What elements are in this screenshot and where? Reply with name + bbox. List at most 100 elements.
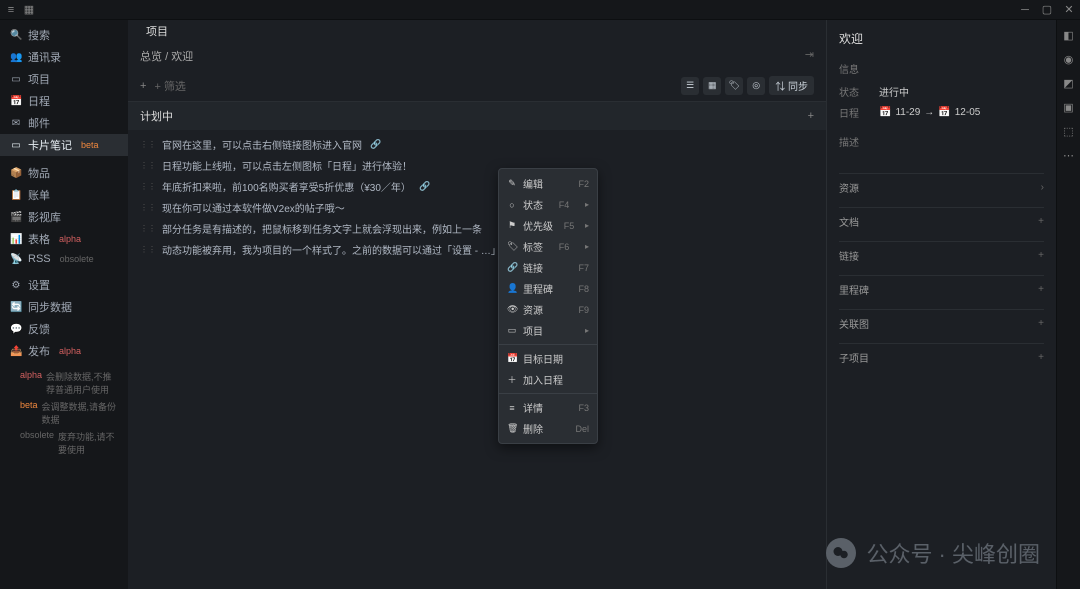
menu-separator	[499, 393, 597, 394]
context-menu: ✎编辑F2 ○状态F4▸ ⚑优先级F5▸ 🏷标签F6▸ 🔗链接F7 👤里程碑F8…	[498, 168, 598, 444]
drag-handle-icon[interactable]: ⋮⋮	[140, 203, 156, 212]
sidebar-item-label: 物品	[28, 165, 50, 181]
menu-add-schedule[interactable]: ＋加入日程	[499, 369, 597, 390]
sidebar-item-mail[interactable]: ✉邮件	[0, 112, 128, 134]
detail-title: 欢迎	[839, 30, 1044, 55]
detail-section-graph[interactable]: 关联图+	[839, 309, 1044, 337]
mb-icon-1[interactable]: ◧	[1062, 28, 1076, 42]
tag-icon: 🏷	[507, 241, 517, 252]
alpha-badge: alpha	[56, 234, 84, 244]
sidebar-item-feedback[interactable]: 💬反馈	[0, 318, 128, 340]
drag-handle-icon[interactable]: ⋮⋮	[140, 140, 156, 149]
minimize-icon[interactable]: ─	[1020, 5, 1030, 15]
breadcrumb-root[interactable]: 总览	[140, 51, 162, 63]
mb-icon-3[interactable]: ◩	[1062, 76, 1076, 90]
sync-button[interactable]: ⇅ 同步	[769, 76, 814, 95]
mb-icon-5[interactable]: ⬚	[1062, 124, 1076, 138]
task-text: 年底折扣来啦，前100名购买者享受5折优惠（¥30／年）	[162, 179, 411, 194]
detail-status-row[interactable]: 状态 进行中	[839, 82, 1044, 101]
sidebar-item-label: 账单	[28, 187, 50, 203]
add-button[interactable]: +	[140, 80, 146, 92]
tabbar: 项目	[128, 20, 826, 42]
drag-handle-icon[interactable]: ⋮⋮	[140, 161, 156, 170]
drag-handle-icon[interactable]: ⋮⋮	[140, 182, 156, 191]
tab-project[interactable]: 项目	[138, 21, 176, 41]
sidebar-item-ledger[interactable]: 📋 账单	[0, 184, 128, 206]
date-from: 11-29	[895, 107, 920, 118]
view-list-icon[interactable]: ☰	[681, 77, 699, 95]
sidebar-item-rss[interactable]: 📡RSSobsolete	[0, 250, 128, 268]
detail-date-row[interactable]: 日程 📅 11-29 → 📅 12-05	[839, 103, 1044, 122]
chevron-right-icon: ▸	[585, 242, 589, 251]
sidebar-item-search[interactable]: 🔍搜索	[0, 24, 128, 46]
sidebar-item-project[interactable]: ▭项目	[0, 68, 128, 90]
menu-milestone[interactable]: 👤里程碑F8	[499, 278, 597, 299]
link-icon: 🔗	[507, 262, 517, 273]
view-target-icon[interactable]: ◎	[747, 77, 765, 95]
task-row[interactable]: ⋮⋮现在你可以通过本软件做V2ex的帖子哦～	[140, 197, 814, 218]
menu-separator	[499, 344, 597, 345]
mb-icon-2[interactable]: ◉	[1062, 52, 1076, 66]
drag-handle-icon[interactable]: ⋮⋮	[140, 224, 156, 233]
task-row[interactable]: ⋮⋮ 年底折扣来啦，前100名购买者享受5折优惠（¥30／年） 🔗	[140, 176, 814, 197]
app-icon[interactable]: ▦	[24, 5, 34, 15]
details-icon: ≡	[507, 403, 517, 413]
task-list: ⋮⋮ 官网在这里，可以点击右侧链接图标进入官网 🔗 ⋮⋮ 日程功能上线啦，可以点击左侧…	[128, 130, 826, 264]
sidebar-item-calendar[interactable]: 📅日程	[0, 90, 128, 112]
calendar-icon: 📅	[507, 353, 517, 364]
view-tag-icon[interactable]: 🏷	[725, 77, 743, 95]
detail-section-subproject[interactable]: 子项目+	[839, 343, 1044, 371]
menu-edit[interactable]: ✎编辑F2	[499, 173, 597, 194]
maximize-icon[interactable]: ▢	[1042, 5, 1052, 15]
sidebar-item-label: 表格	[28, 231, 50, 247]
video-icon: 🎬	[10, 212, 22, 223]
trash-icon: 🗑	[507, 423, 517, 434]
task-row[interactable]: ⋮⋮ 官网在这里，可以点击右侧链接图标进入官网 🔗	[140, 134, 814, 155]
menu-priority[interactable]: ⚑优先级F5▸	[499, 215, 597, 236]
ledger-icon: 📋	[10, 190, 22, 201]
sidebar-item-items[interactable]: 📦物品	[0, 162, 128, 184]
publish-icon: 📤	[10, 346, 22, 357]
sidebar-item-settings[interactable]: ⚙设置	[0, 274, 128, 296]
detail-section-milestone[interactable]: 里程碑+	[839, 275, 1044, 303]
sidebar-note: beta会调整数据,请备份数据	[0, 398, 128, 428]
detail-section-links[interactable]: 链接+	[839, 241, 1044, 269]
sidebar-item-sync[interactable]: 🔄同步数据	[0, 296, 128, 318]
search-icon: 🔍	[10, 30, 22, 41]
close-icon[interactable]: ✕	[1064, 5, 1074, 15]
menu-status[interactable]: ○状态F4▸	[499, 194, 597, 215]
detail-section-resource[interactable]: 资源›	[839, 173, 1044, 201]
hamburger-icon[interactable]: ≡	[6, 5, 16, 15]
menu-resource[interactable]: 👁资源F9	[499, 299, 597, 320]
sidebar-item-card-notes[interactable]: ▭卡片笔记beta	[0, 134, 128, 156]
menu-details[interactable]: ≡详情F3	[499, 397, 597, 418]
menu-tags[interactable]: 🏷标签F6▸	[499, 236, 597, 257]
drag-handle-icon[interactable]: ⋮⋮	[140, 245, 156, 254]
link-icon[interactable]: 🔗	[419, 181, 430, 192]
link-icon[interactable]: 🔗	[370, 139, 381, 150]
task-row[interactable]: ⋮⋮部分任务是有描述的，把鼠标移到任务文字上就会浮现出来，例如上一条	[140, 218, 814, 239]
sidebar-note: alpha会删除数据,不推荐普通用户使用	[0, 368, 128, 398]
section-header[interactable]: 计划中 +	[128, 102, 826, 130]
sidebar-item-publish[interactable]: 📤发布alpha	[0, 340, 128, 362]
detail-info-label: 信息	[839, 57, 1044, 80]
filter-button[interactable]: + 筛选	[154, 78, 185, 94]
menu-delete[interactable]: 🗑删除Del	[499, 418, 597, 439]
add-task-icon[interactable]: +	[808, 110, 814, 122]
detail-section-docs[interactable]: 文档+	[839, 207, 1044, 235]
mb-icon-6[interactable]: ⋯	[1062, 148, 1076, 162]
menu-link[interactable]: 🔗链接F7	[499, 257, 597, 278]
view-grid-icon[interactable]: ▦	[703, 77, 721, 95]
task-text: 官网在这里，可以点击右侧链接图标进入官网	[162, 137, 362, 152]
task-row[interactable]: ⋮⋮动态功能被弃用，我为项目的一个样式了。之前的数据可以通过「设置 - …」来转…	[140, 239, 814, 260]
menu-project[interactable]: ▭项目▸	[499, 320, 597, 341]
collapse-panel-icon[interactable]: ⇥	[805, 48, 814, 64]
task-row[interactable]: ⋮⋮ 日程功能上线啦，可以点击左侧图标「日程」进行体验！	[140, 155, 814, 176]
sidebar-item-contacts[interactable]: 👥通讯录	[0, 46, 128, 68]
breadcrumb-current[interactable]: 欢迎	[171, 51, 193, 63]
menu-target-date[interactable]: 📅目标日期	[499, 348, 597, 369]
sidebar-item-video[interactable]: 🎬影视库	[0, 206, 128, 228]
sidebar-item-chart[interactable]: 📊表格alpha	[0, 228, 128, 250]
mb-icon-4[interactable]: ▣	[1062, 100, 1076, 114]
task-text: 日程功能上线啦，可以点击左侧图标「日程」进行体验！	[162, 158, 412, 173]
